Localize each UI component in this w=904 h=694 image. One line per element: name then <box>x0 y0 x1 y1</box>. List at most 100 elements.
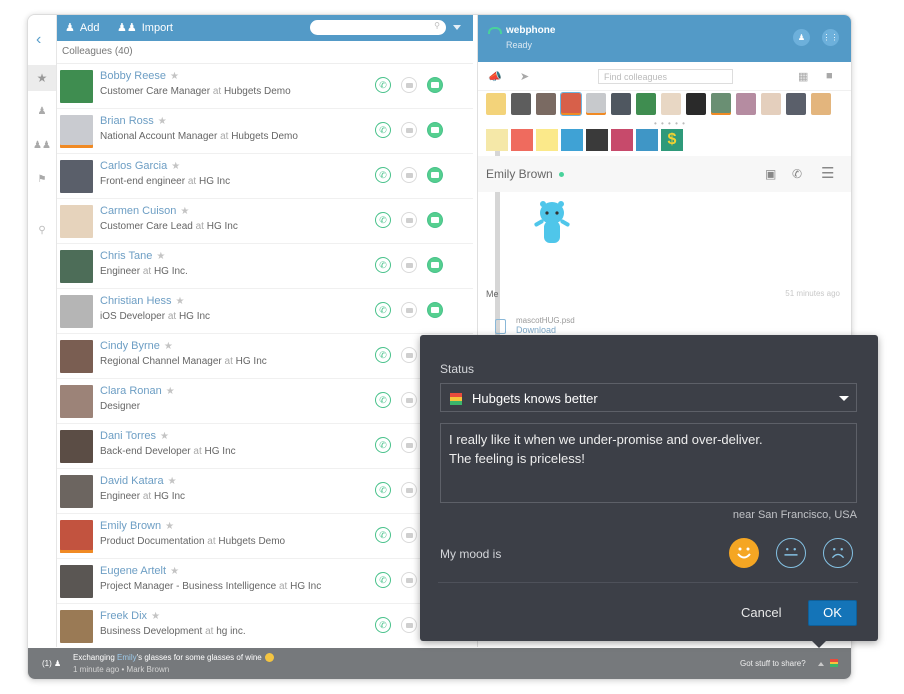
group-tile-dna[interactable] <box>486 129 508 151</box>
contact-avatar[interactable] <box>511 93 531 115</box>
call-button[interactable]: ✆ <box>375 572 391 588</box>
contact-avatar[interactable] <box>811 93 831 115</box>
colleague-avatar[interactable] <box>60 520 93 553</box>
colleague-name[interactable]: Bobby Reese ★ <box>100 70 179 82</box>
colleague-row[interactable]: David Katara ★ Engineer at HG Inc ✆ <box>57 469 473 514</box>
video-call-button[interactable] <box>401 527 417 543</box>
colleague-avatar[interactable] <box>60 160 93 193</box>
group-tile-tennis[interactable] <box>561 129 583 151</box>
colleague-search-input[interactable]: ⚲ <box>310 20 446 35</box>
contact-avatar[interactable] <box>486 93 506 115</box>
mentioned-user-link[interactable]: Emily <box>117 653 137 662</box>
dialpad-button[interactable]: ⋮⋮ <box>822 29 839 46</box>
video-call-button[interactable] <box>401 122 417 138</box>
favorite-star-icon[interactable]: ★ <box>180 206 189 217</box>
colleague-row[interactable]: Brian Ross ★ National Account Manager at H… <box>57 109 473 154</box>
colleague-name[interactable]: Dani Torres ★ <box>100 430 169 442</box>
colleague-row[interactable]: Clara Ronan ★ Designer ✆ <box>57 379 473 424</box>
ok-button[interactable]: OK <box>808 600 857 626</box>
colleague-row[interactable]: Carmen Cuison ★ Customer Care Lead at HG I… <box>57 199 473 244</box>
contact-avatar[interactable] <box>536 93 556 115</box>
group-tile-tuxedo[interactable] <box>586 129 608 151</box>
video-call-button[interactable] <box>401 167 417 183</box>
favorite-star-icon[interactable]: ★ <box>168 476 177 487</box>
call-button[interactable]: ✆ <box>375 212 391 228</box>
toolbar-dropdown-icon[interactable] <box>453 25 461 30</box>
group-tile-bug[interactable] <box>511 129 533 151</box>
contact-avatar[interactable] <box>761 93 781 115</box>
favorite-star-icon[interactable]: ★ <box>158 116 167 127</box>
favorite-star-icon[interactable]: ★ <box>170 71 179 82</box>
video-call-button[interactable] <box>401 302 417 318</box>
video-call-icon[interactable]: ▣ <box>765 167 776 181</box>
colleague-row[interactable]: Eugene Artelt ★ Project Manager - Business… <box>57 559 473 604</box>
contact-avatar[interactable] <box>661 93 681 115</box>
video-call-button[interactable] <box>401 392 417 408</box>
contact-avatar[interactable] <box>686 93 706 115</box>
status-flag-icon[interactable] <box>830 659 838 667</box>
menu-icon[interactable]: ☰ <box>821 164 834 182</box>
colleague-avatar[interactable] <box>60 385 93 418</box>
colleague-name[interactable]: Clara Ronan ★ <box>100 385 175 397</box>
cancel-button[interactable]: Cancel <box>741 605 781 620</box>
call-button[interactable]: ✆ <box>375 392 391 408</box>
video-call-button[interactable] <box>401 482 417 498</box>
call-button[interactable]: ✆ <box>375 167 391 183</box>
phone-call-icon[interactable]: ✆ <box>792 167 802 181</box>
chat-button[interactable] <box>427 212 443 228</box>
colleague-row[interactable]: Emily Brown ★ Product Documentation at Hub… <box>57 514 473 559</box>
video-call-button[interactable] <box>401 77 417 93</box>
mood-sad-icon[interactable] <box>823 538 853 568</box>
contact-avatar[interactable] <box>586 93 606 115</box>
colleague-row[interactable]: Dani Torres ★ Back-end Developer at HG Inc… <box>57 424 473 469</box>
search-icon[interactable]: ⚲ <box>28 217 56 243</box>
chat-button[interactable] <box>427 122 443 138</box>
contact-avatar[interactable] <box>786 93 806 115</box>
colleague-row[interactable]: Chris Tane ★ Engineer at HG Inc. ✆ <box>57 244 473 289</box>
colleague-avatar[interactable] <box>60 250 93 283</box>
colleague-row[interactable]: Bobby Reese ★ Customer Care Manager at Hub… <box>57 64 473 109</box>
favorite-star-icon[interactable]: ★ <box>176 296 185 307</box>
group-tile-cloud[interactable] <box>636 129 658 151</box>
video-call-button[interactable] <box>401 347 417 363</box>
video-call-button[interactable] <box>401 257 417 273</box>
call-button[interactable]: ✆ <box>375 437 391 453</box>
favorite-star-icon[interactable]: ★ <box>170 566 179 577</box>
chat-button[interactable] <box>427 77 443 93</box>
call-button[interactable]: ✆ <box>375 122 391 138</box>
download-link[interactable]: Download <box>516 325 575 335</box>
colleague-avatar[interactable] <box>60 565 93 598</box>
colleague-name[interactable]: Eugene Artelt ★ <box>100 565 179 577</box>
transfer-users-button[interactable]: ♟ <box>793 29 810 46</box>
favorite-star-icon[interactable]: ★ <box>160 431 169 442</box>
grid-view-icon[interactable]: ▦ <box>798 70 808 83</box>
video-call-button[interactable] <box>401 212 417 228</box>
call-button[interactable]: ✆ <box>375 257 391 273</box>
colleague-avatar[interactable] <box>60 115 93 148</box>
contact-avatar-selected[interactable] <box>560 92 582 116</box>
contact-avatar[interactable] <box>611 93 631 115</box>
colleague-avatar[interactable] <box>60 430 93 463</box>
call-button[interactable]: ✆ <box>375 77 391 93</box>
megaphone-icon[interactable]: 📣 <box>488 70 502 83</box>
favorite-star-icon[interactable]: ★ <box>164 341 173 352</box>
group-tile-dollar[interactable]: $ <box>661 129 683 151</box>
colleague-avatar[interactable] <box>60 475 93 508</box>
chat-bubble-icon[interactable]: ■ <box>826 70 833 82</box>
contact-avatar[interactable] <box>736 93 756 115</box>
send-plane-icon[interactable]: ➤ <box>520 70 529 83</box>
colleague-name[interactable]: Cindy Byrne ★ <box>100 340 173 352</box>
colleague-avatar[interactable] <box>60 610 93 643</box>
call-button[interactable]: ✆ <box>375 617 391 633</box>
chat-button[interactable] <box>427 302 443 318</box>
group-icon[interactable]: ♟♟ <box>28 132 56 158</box>
colleague-row[interactable]: Cindy Byrne ★ Regional Channel Manager at … <box>57 334 473 379</box>
add-button[interactable]: ♟ Add <box>65 21 99 35</box>
import-button[interactable]: ♟♟ Import <box>117 21 173 35</box>
back-chevron-icon[interactable]: ‹ <box>36 31 41 49</box>
colleague-name[interactable]: Carmen Cuison ★ <box>100 205 189 217</box>
call-button[interactable]: ✆ <box>375 482 391 498</box>
colleague-name[interactable]: Christian Hess ★ <box>100 295 185 307</box>
contact-avatar[interactable] <box>636 93 656 115</box>
contact-avatar[interactable] <box>711 93 731 115</box>
